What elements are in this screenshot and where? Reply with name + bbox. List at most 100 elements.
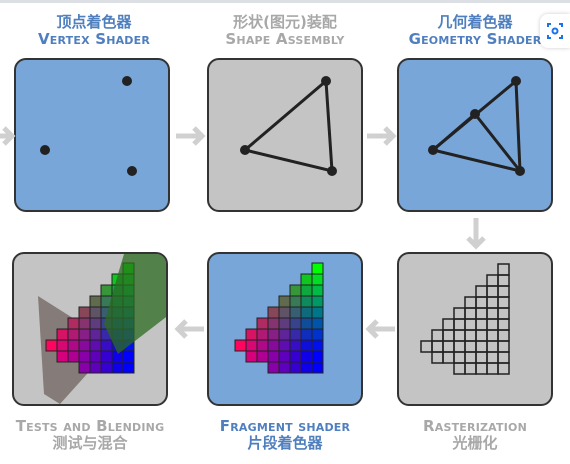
fragment-cell (278, 306, 291, 319)
fragment-cell (497, 296, 510, 309)
fragment-cell (486, 318, 499, 331)
fragment-cell (78, 328, 91, 341)
fragment-cell (289, 306, 302, 319)
fragment-cell (56, 328, 69, 341)
raster-grid (420, 263, 510, 375)
fragment-shader-box (207, 252, 363, 406)
fragment-cell (289, 284, 302, 297)
label-en: Vertex Shader (37, 30, 151, 48)
arrow-right-icon (0, 126, 16, 146)
fragment-cell (67, 317, 80, 330)
fragment-cell (234, 339, 247, 352)
fragment-cell (453, 340, 466, 353)
fragment-cell (300, 339, 313, 352)
fragment-cell (300, 350, 313, 363)
fragment-cell (267, 350, 280, 363)
fragment-cell (475, 351, 488, 364)
fragment-cell (486, 329, 499, 342)
fragment-cell (311, 350, 324, 363)
vertex-shader-label: 顶点着色器 Vertex Shader (14, 14, 174, 48)
fragment-cell (311, 262, 324, 275)
fragment-cell (78, 350, 91, 363)
fragment-cell (78, 317, 91, 330)
geometry-shader-box (397, 58, 553, 212)
screenshot-lens-button[interactable] (540, 14, 570, 48)
fragment-cell (475, 329, 488, 342)
fragment-cell (256, 350, 269, 363)
vertex-points (40, 76, 137, 176)
fragment-cell (311, 273, 324, 286)
top-bar (0, 0, 570, 3)
fragment-cell (78, 361, 91, 374)
fragment-cell (100, 350, 113, 363)
label-en: Fragment shader (219, 417, 351, 435)
fragment-cell (464, 340, 477, 353)
arrow-left-icon (365, 319, 395, 339)
screenshot-lens-icon (547, 23, 563, 39)
fragment-cell (311, 306, 324, 319)
fragment-cell (300, 361, 313, 374)
fragment-cell (497, 263, 510, 276)
fragment-cell (464, 296, 477, 309)
rasterization-box (397, 252, 553, 406)
label-zh: 形状(图元)装配 (233, 13, 337, 31)
fragment-cell (497, 307, 510, 320)
fragment-cell (245, 339, 258, 352)
fragment-cell (464, 329, 477, 342)
fragment-cell (497, 329, 510, 342)
label-en: Shape Assembly (225, 30, 345, 48)
fragment-cell (486, 307, 499, 320)
vertex-shader-box (14, 58, 170, 212)
fragment-cell (475, 285, 488, 298)
fragment-cell (267, 306, 280, 319)
arrow-right-icon (176, 126, 206, 146)
fragment-cell (256, 328, 269, 341)
shape-assembly-box (207, 58, 363, 212)
fragment-cell (442, 318, 455, 331)
fragment-cell (67, 328, 80, 341)
fragment-cell (311, 317, 324, 330)
arrow-left-icon (174, 319, 204, 339)
fragment-cell (420, 340, 433, 353)
fragment-cell (486, 274, 499, 287)
fragment-cell (497, 274, 510, 287)
fragment-cell (453, 318, 466, 331)
fragment-cell (464, 351, 477, 364)
fragment-cell (300, 295, 313, 308)
fragment-cell (122, 350, 135, 363)
fragment-cell (453, 307, 466, 320)
fragment-cell (497, 340, 510, 353)
fragment-cell (300, 273, 313, 286)
label-zh: 顶点着色器 (56, 13, 132, 31)
fragment-cell (497, 285, 510, 298)
fragment-cell (300, 306, 313, 319)
fragment-cell (278, 350, 291, 363)
fragment-cell (89, 350, 102, 363)
fragment-cell (475, 307, 488, 320)
fragment-cell (89, 339, 102, 352)
label-zh: 片段着色器 (247, 434, 323, 452)
fragment-cell (245, 350, 258, 363)
shape-assembly-label: 形状(图元)装配 Shape Assembly (205, 14, 365, 48)
fragment-cell (67, 339, 80, 352)
fragment-cell (311, 328, 324, 341)
fragment-cell (78, 339, 91, 352)
fragment-cell (431, 329, 444, 342)
tests-blending-box (12, 252, 168, 406)
fragment-cell (100, 284, 113, 297)
fragment-cell (245, 328, 258, 341)
fragment-cell (431, 351, 444, 364)
label-zh: 几何着色器 (437, 13, 513, 31)
fragment-cell (289, 328, 302, 341)
label-en: Rasterization (423, 417, 527, 435)
fragment-cell (464, 362, 477, 375)
blended-green-layer (104, 254, 166, 354)
fragment-cell (78, 306, 91, 319)
arrow-right-icon (367, 126, 397, 146)
fragment-cell (278, 361, 291, 374)
fragment-cell (111, 361, 124, 374)
fragment-cell (89, 317, 102, 330)
fragment-cell (300, 317, 313, 330)
geometry-shader-label: 几何着色器 Geometry Shader (395, 14, 555, 48)
blended-fragments (38, 254, 166, 404)
